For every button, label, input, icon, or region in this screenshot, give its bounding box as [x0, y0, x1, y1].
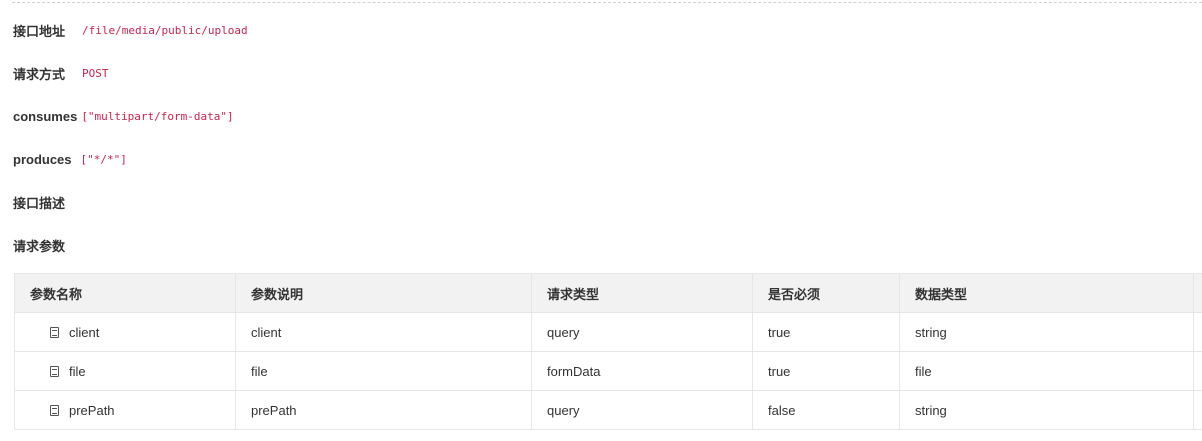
- api-address-row: 接口地址 /file/media/public/upload: [13, 20, 248, 40]
- param-name-cell: file: [14, 351, 236, 391]
- request-method-value: POST: [82, 66, 109, 80]
- param-required: true: [752, 351, 900, 391]
- produces-label: produces: [13, 151, 72, 167]
- table-row[interactable]: file file formData true file: [14, 351, 1202, 391]
- param-desc: client: [235, 312, 532, 352]
- header-data-type: 数据类型: [899, 273, 1194, 313]
- param-data-type: file: [899, 351, 1194, 391]
- document-list-icon: [50, 326, 59, 338]
- consumes-value: ["multipart/form-data"]: [81, 109, 234, 123]
- param-extra-cell: [1193, 312, 1202, 352]
- header-request-type: 请求类型: [531, 273, 753, 313]
- api-address-value: /file/media/public/upload: [82, 23, 248, 37]
- params-table: 参数名称 参数说明 请求类型 是否必须 数据类型 client client q…: [14, 273, 1202, 430]
- consumes-row: consumes ["multipart/form-data"]: [13, 106, 234, 126]
- table-row[interactable]: client client query true string: [14, 312, 1202, 352]
- table-row[interactable]: prePath prePath query false string: [14, 390, 1202, 430]
- document-list-icon: [50, 404, 59, 416]
- document-list-icon: [50, 365, 59, 377]
- param-desc: file: [235, 351, 532, 391]
- param-extra-cell: [1193, 390, 1202, 430]
- param-data-type: string: [899, 312, 1194, 352]
- params-heading: 请求参数: [13, 238, 66, 254]
- param-name: prePath: [69, 402, 115, 418]
- param-desc: prePath: [235, 390, 532, 430]
- table-header-row: 参数名称 参数说明 请求类型 是否必须 数据类型: [14, 273, 1202, 313]
- param-data-type: string: [899, 390, 1194, 430]
- api-address-label: 接口地址: [13, 23, 66, 39]
- param-name: client: [69, 324, 100, 340]
- header-param-name: 参数名称: [14, 273, 236, 313]
- param-request-type: query: [531, 390, 753, 430]
- request-method-row: 请求方式 POST: [13, 63, 109, 83]
- params-heading-row: 请求参数: [13, 235, 65, 255]
- param-required: false: [752, 390, 900, 430]
- consumes-label: consumes: [13, 108, 78, 124]
- param-required: true: [752, 312, 900, 352]
- request-method-label: 请求方式: [13, 66, 66, 82]
- param-request-type: query: [531, 312, 753, 352]
- description-label: 接口描述: [13, 195, 66, 211]
- description-row: 接口描述: [13, 192, 65, 212]
- header-required: 是否必须: [752, 273, 900, 313]
- produces-row: produces ["*/*"]: [13, 149, 127, 169]
- header-param-desc: 参数说明: [235, 273, 532, 313]
- param-name-cell: client: [14, 312, 236, 352]
- produces-value: ["*/*"]: [80, 152, 127, 166]
- header-extra-column: [1193, 273, 1202, 313]
- top-divider: [12, 2, 1202, 3]
- param-name: file: [69, 363, 86, 379]
- param-request-type: formData: [531, 351, 753, 391]
- param-extra-cell: [1193, 351, 1202, 391]
- param-name-cell: prePath: [14, 390, 236, 430]
